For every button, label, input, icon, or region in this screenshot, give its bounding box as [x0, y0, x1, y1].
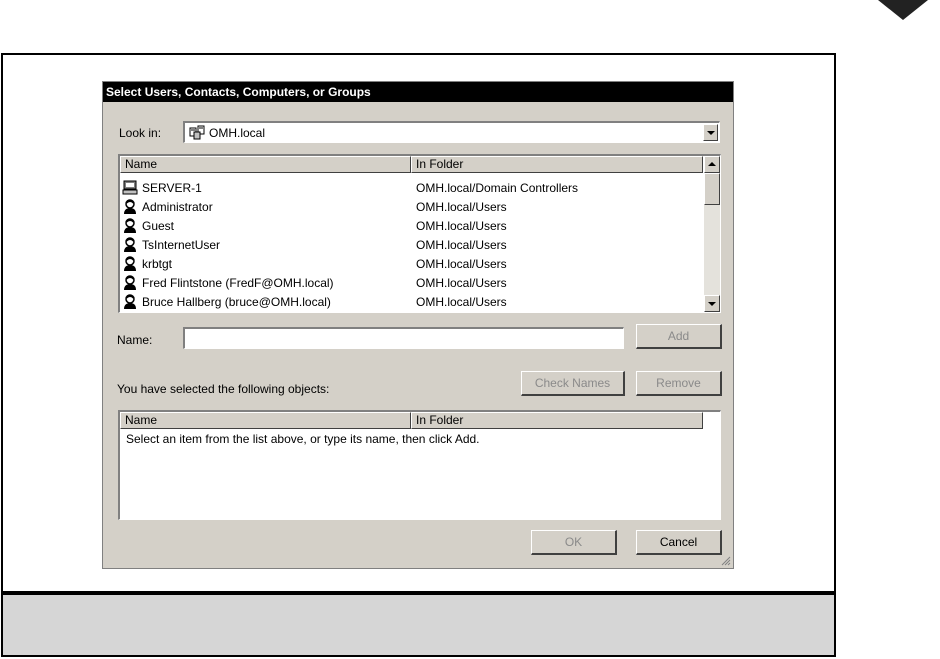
selected-column-header-name[interactable]: Name	[120, 412, 411, 429]
column-header-name[interactable]: Name	[120, 156, 411, 173]
user-icon	[124, 218, 136, 233]
user-icon	[124, 294, 136, 309]
look-in-dropdown-button[interactable]	[703, 124, 718, 141]
selected-column-header-folder[interactable]: In Folder	[411, 412, 703, 429]
object-name: SERVER-1	[142, 181, 202, 195]
computer-icon	[122, 180, 138, 195]
selected-objects-list[interactable]: Name In Folder Select an item from the l…	[118, 410, 721, 520]
dialog-title: Select Users, Contacts, Computers, or Gr…	[103, 82, 733, 102]
objects-scrollbar[interactable]	[704, 156, 720, 312]
user-icon	[124, 199, 136, 214]
list-item[interactable]: Guest OMH.local/Users	[120, 216, 700, 235]
select-objects-dialog: Select Users, Contacts, Computers, or Gr…	[102, 81, 734, 569]
list-item[interactable]: TsInternetUser OMH.local/Users	[120, 235, 700, 254]
scroll-thumb[interactable]	[704, 173, 720, 205]
list-item[interactable]: Bruce Hallberg (bruce@OMH.local) OMH.loc…	[120, 292, 700, 311]
list-item[interactable]: Administrator OMH.local/Users	[120, 197, 700, 216]
object-folder: OMH.local/Users	[416, 238, 507, 252]
list-item[interactable]: krbtgt OMH.local/Users	[120, 254, 700, 273]
name-label: Name:	[117, 333, 153, 347]
column-header-folder[interactable]: In Folder	[411, 156, 703, 173]
user-icon	[124, 256, 136, 271]
scroll-up-button[interactable]	[704, 156, 720, 173]
user-icon	[124, 237, 136, 252]
list-item[interactable]: Fred Flintstone (FredF@OMH.local) OMH.lo…	[120, 273, 700, 292]
ok-button[interactable]: OK	[531, 530, 617, 555]
arrow-down-icon	[708, 302, 716, 306]
name-input[interactable]	[183, 327, 624, 349]
object-folder: OMH.local/Users	[416, 200, 507, 214]
object-name: krbtgt	[142, 257, 173, 271]
object-name: Fred Flintstone (FredF@OMH.local)	[142, 276, 334, 290]
object-folder: OMH.local/Users	[416, 295, 507, 309]
object-folder: OMH.local/Domain Controllers	[416, 181, 579, 195]
look-in-value: OMH.local	[209, 126, 266, 140]
cancel-button[interactable]: Cancel	[636, 530, 722, 555]
scroll-down-button[interactable]	[704, 295, 720, 312]
object-name: Administrator	[142, 200, 213, 214]
objects-list[interactable]: Name In Folder SERVER-1 OMH.local/Domain…	[118, 154, 721, 313]
object-folder: OMH.local/Users	[416, 276, 507, 290]
selected-objects-label: You have selected the following objects:	[117, 382, 330, 396]
list-item[interactable]: SERVER-1 OMH.local/Domain Controllers	[120, 178, 700, 197]
object-folder: OMH.local/Users	[416, 257, 507, 271]
arrow-up-icon	[708, 162, 716, 166]
caption-bar	[1, 593, 836, 657]
resize-grip-icon[interactable]	[721, 556, 731, 566]
check-names-button[interactable]: Check Names	[521, 371, 625, 396]
user-icon	[124, 275, 136, 290]
object-name: Guest	[142, 219, 175, 233]
object-name: Bruce Hallberg (bruce@OMH.local)	[142, 295, 331, 309]
down-arrow-icon	[878, 0, 928, 20]
look-in-label: Look in:	[119, 126, 162, 140]
chevron-down-icon	[707, 131, 715, 135]
remove-button[interactable]: Remove	[636, 371, 722, 396]
object-name: TsInternetUser	[142, 238, 221, 252]
look-in-combo[interactable]: OMH.local	[183, 121, 720, 143]
add-button[interactable]: Add	[636, 324, 722, 349]
domain-icon	[189, 125, 205, 140]
selected-empty-hint: Select an item from the list above, or t…	[126, 432, 480, 446]
object-folder: OMH.local/Users	[416, 219, 507, 233]
